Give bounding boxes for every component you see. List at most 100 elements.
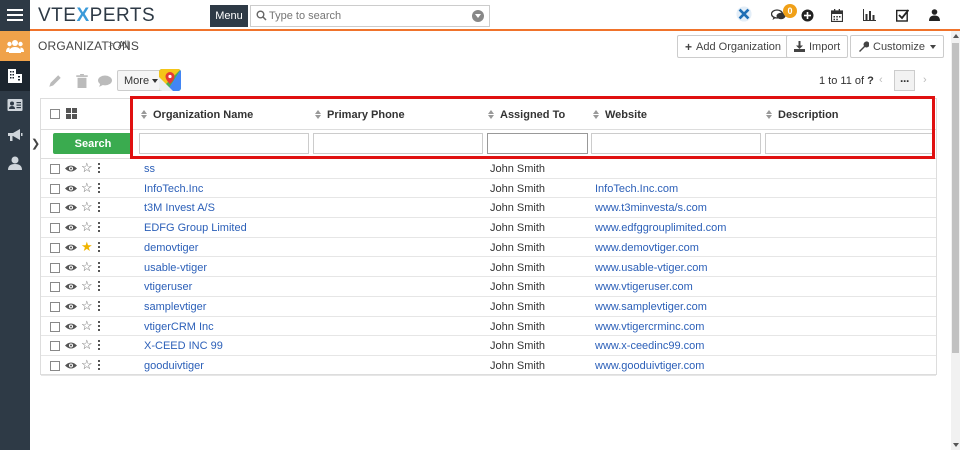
table-row[interactable]: ☆ X-CEED INC 99 John Smith www.x-ceedinc99.… — [41, 336, 936, 356]
more-options-icon[interactable] — [98, 360, 100, 370]
table-row[interactable]: ☆ vtigeruser John Smith www.vtigeruser.com — [41, 277, 936, 297]
star-icon[interactable]: ☆ — [81, 161, 93, 174]
star-icon[interactable]: ☆ — [81, 299, 93, 312]
row-checkbox[interactable] — [50, 321, 60, 332]
table-row[interactable]: ☆ samplevtiger John Smith www.samplevtiger.… — [41, 297, 936, 317]
organization-name-link[interactable]: vtigerCRM Inc — [144, 321, 214, 333]
table-row[interactable]: ☆ gooduivtiger John Smith www.gooduivtiger.… — [41, 356, 936, 376]
star-icon[interactable]: ☆ — [81, 358, 93, 371]
eye-icon[interactable] — [65, 261, 77, 275]
google-maps-icon[interactable] — [159, 69, 181, 91]
global-search-input[interactable] — [269, 8, 459, 24]
organization-name-link[interactable]: t3M Invest A/S — [144, 202, 215, 214]
users-group-icon[interactable] — [0, 31, 30, 61]
website-link[interactable]: www.t3minvesta/s.com — [595, 202, 707, 214]
eye-icon[interactable] — [65, 359, 77, 373]
organization-name-link[interactable]: ss — [144, 163, 155, 175]
vtexperts-logo[interactable]: VTEXPERTS — [38, 5, 155, 27]
table-row[interactable]: ☆ usable-vtiger John Smith www.usable-vtige… — [41, 258, 936, 278]
column-header-primary-phone[interactable]: Primary Phone — [315, 109, 405, 121]
expand-sidebar-icon[interactable]: ❯ — [31, 137, 40, 150]
import-button[interactable]: Import — [786, 35, 849, 58]
more-options-icon[interactable] — [98, 300, 100, 311]
tasks-checkbox-icon[interactable] — [894, 7, 910, 23]
row-checkbox[interactable] — [50, 164, 60, 174]
eye-icon[interactable] — [65, 320, 77, 334]
vertical-scrollbar[interactable] — [951, 31, 960, 450]
more-options-icon[interactable] — [98, 261, 100, 272]
table-row[interactable]: ★ demovtiger John Smith www.demovtiger.com — [41, 238, 936, 258]
more-options-icon[interactable] — [98, 222, 100, 233]
website-link[interactable]: www.vtigeruser.com — [595, 281, 693, 293]
add-circle-icon[interactable] — [799, 7, 815, 23]
star-icon[interactable]: ☆ — [81, 200, 93, 213]
table-row[interactable]: ☆ EDFG Group Limited John Smith www.edfggro… — [41, 218, 936, 238]
eye-icon[interactable] — [65, 201, 77, 215]
add-organization-button[interactable]: + Add Organization — [677, 35, 790, 58]
more-options-icon[interactable] — [98, 340, 100, 351]
row-checkbox[interactable] — [50, 203, 60, 214]
pager-total[interactable]: ? — [867, 75, 874, 87]
website-link[interactable]: www.gooduivtiger.com — [595, 360, 704, 372]
hamburger-menu-icon[interactable] — [0, 0, 30, 30]
more-actions-button[interactable]: More — [117, 70, 166, 91]
filter-website-input[interactable] — [591, 133, 761, 154]
column-header-assigned-to[interactable]: Assigned To — [488, 109, 565, 121]
eye-icon[interactable] — [65, 300, 77, 314]
calendar-icon[interactable] — [829, 7, 845, 23]
star-icon[interactable]: ☆ — [81, 319, 93, 332]
star-icon[interactable]: ☆ — [81, 279, 93, 292]
menu-button[interactable]: Menu — [210, 5, 248, 27]
row-checkbox[interactable] — [50, 183, 60, 194]
filter-description-input[interactable] — [765, 133, 935, 154]
star-icon[interactable]: ☆ — [81, 181, 93, 194]
list-columns-icon[interactable] — [66, 108, 77, 119]
customize-button[interactable]: Customize — [850, 35, 944, 58]
more-options-icon[interactable] — [98, 202, 100, 213]
eye-icon[interactable] — [65, 221, 77, 235]
organization-name-link[interactable]: InfoTech.Inc — [144, 183, 203, 195]
star-icon[interactable]: ☆ — [81, 260, 93, 273]
more-options-icon[interactable] — [98, 182, 100, 193]
row-checkbox[interactable] — [50, 341, 60, 352]
eye-icon[interactable] — [65, 162, 77, 176]
row-checkbox[interactable] — [50, 361, 60, 371]
website-link[interactable]: www.samplevtiger.com — [595, 301, 707, 313]
filter-organization-name-input[interactable] — [139, 133, 309, 154]
vtexperts-x-icon[interactable] — [736, 6, 752, 22]
next-page-icon[interactable]: › — [923, 74, 927, 86]
eye-icon[interactable] — [65, 241, 77, 255]
search-button[interactable]: Search — [53, 133, 133, 154]
table-row[interactable]: ☆ ss John Smith — [41, 159, 936, 179]
bar-chart-icon[interactable] — [861, 7, 877, 23]
contact-card-icon[interactable] — [0, 90, 30, 120]
row-checkbox[interactable] — [50, 262, 60, 273]
website-link[interactable]: www.x-ceedinc99.com — [595, 340, 704, 352]
row-checkbox[interactable] — [50, 301, 60, 312]
star-icon[interactable]: ☆ — [81, 220, 93, 233]
scrollbar-thumb[interactable] — [952, 43, 959, 353]
website-link[interactable]: www.vtigercrminc.com — [595, 321, 704, 333]
comment-icon[interactable] — [98, 74, 112, 88]
organization-name-link[interactable]: X-CEED INC 99 — [144, 340, 223, 352]
star-icon[interactable]: ★ — [81, 240, 93, 253]
delete-trash-icon[interactable] — [75, 74, 89, 88]
select-all-checkbox[interactable] — [50, 109, 60, 119]
page-jump-button[interactable]: ··· — [894, 70, 915, 91]
column-header-organization-name[interactable]: Organization Name — [141, 109, 253, 121]
row-checkbox[interactable] — [50, 282, 60, 293]
more-options-icon[interactable] — [98, 281, 100, 292]
organization-name-link[interactable]: demovtiger — [144, 242, 198, 254]
user-profile-icon[interactable] — [926, 7, 942, 23]
website-link[interactable]: InfoTech.Inc.com — [595, 183, 678, 195]
column-header-description[interactable]: Description — [766, 109, 839, 121]
table-row[interactable]: ☆ InfoTech.Inc John Smith InfoTech.Inc.com — [41, 179, 936, 199]
eye-icon[interactable] — [65, 280, 77, 294]
table-row[interactable]: ☆ t3M Invest A/S John Smith www.t3minvesta/… — [41, 198, 936, 219]
organization-name-link[interactable]: EDFG Group Limited — [144, 222, 247, 234]
scroll-down-icon[interactable] — [953, 443, 959, 447]
website-link[interactable]: www.demovtiger.com — [595, 242, 699, 254]
eye-icon[interactable] — [65, 182, 77, 196]
megaphone-icon[interactable] — [0, 120, 30, 150]
website-link[interactable]: www.usable-vtiger.com — [595, 262, 708, 274]
